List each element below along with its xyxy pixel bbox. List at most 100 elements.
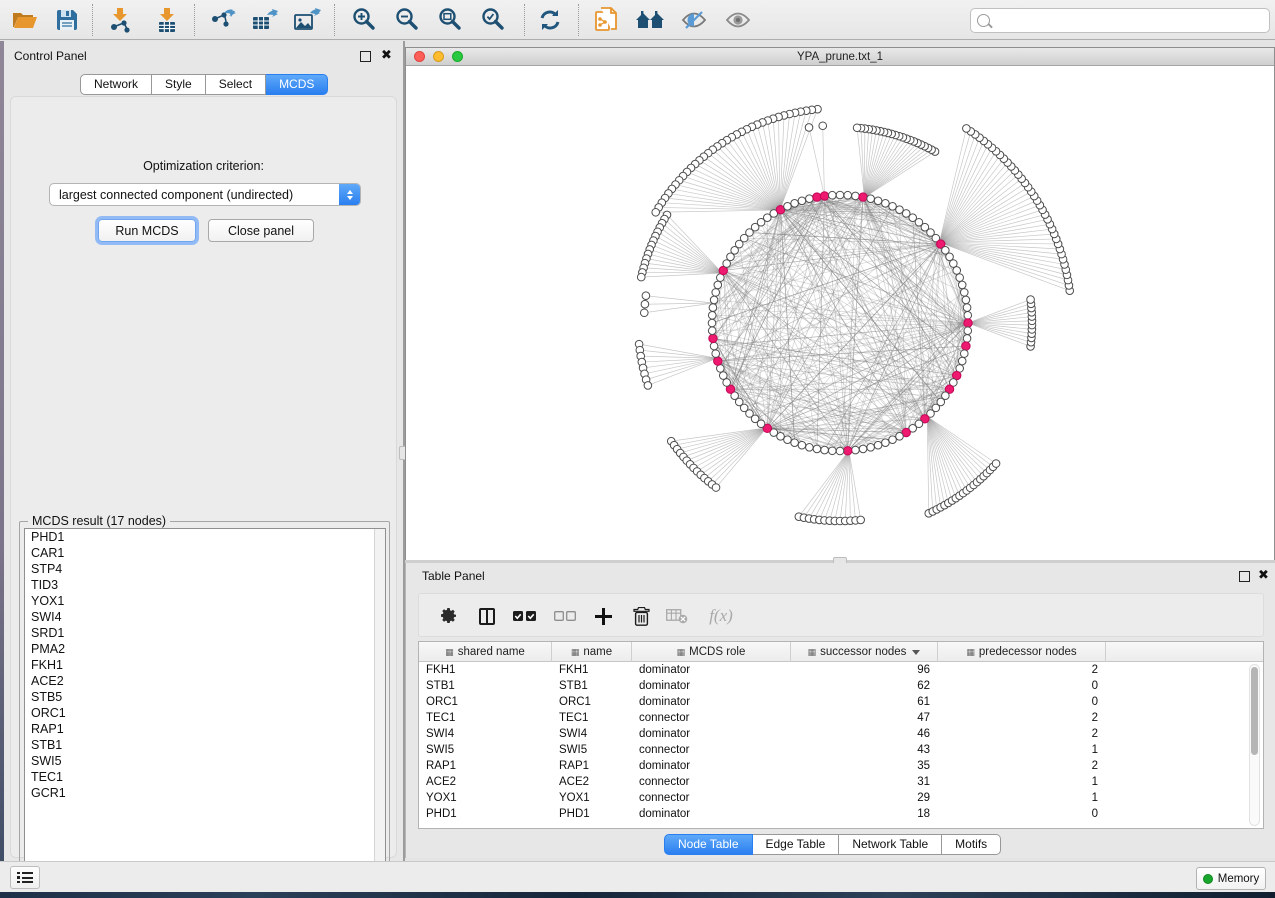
close-panel-button[interactable]: Close panel <box>208 219 314 242</box>
ring-node[interactable] <box>956 274 964 282</box>
table-scrollbar[interactable] <box>1249 664 1260 826</box>
leaf-node[interactable] <box>819 122 827 130</box>
import-table-icon[interactable] <box>150 4 184 36</box>
leaf-node[interactable] <box>652 208 660 216</box>
cell-shared-name[interactable]: ORC1 <box>419 694 552 710</box>
ring-node[interactable] <box>958 281 966 289</box>
ring-node[interactable] <box>836 447 844 455</box>
cell-name[interactable]: SWI5 <box>552 742 632 758</box>
leaf-node[interactable] <box>640 309 648 317</box>
leaf-node[interactable] <box>1027 296 1035 304</box>
ring-node[interactable] <box>723 379 731 387</box>
table-row[interactable]: ACE2ACE2connector311 <box>419 774 1263 790</box>
cell-shared-name[interactable]: ACE2 <box>419 774 552 790</box>
ring-node[interactable] <box>714 281 722 289</box>
mcds-result-item[interactable]: SRD1 <box>25 625 385 641</box>
cell-predecessor-nodes[interactable]: 2 <box>938 758 1106 774</box>
cell-mcds-role[interactable]: connector <box>632 774 791 790</box>
cell-shared-name[interactable]: RAP1 <box>419 758 552 774</box>
ring-node[interactable] <box>867 443 875 451</box>
mcds-hub-node[interactable] <box>820 192 828 200</box>
apply-layout-refresh-icon[interactable] <box>533 4 567 36</box>
select-all-checkboxes-icon[interactable] <box>509 600 541 632</box>
cell-predecessor-nodes[interactable]: 2 <box>938 710 1106 726</box>
optimization-criterion-select[interactable]: largest connected component (undirected) <box>49 183 361 206</box>
cell-shared-name[interactable]: SWI4 <box>419 726 552 742</box>
ring-node[interactable] <box>896 433 904 441</box>
mcds-result-item[interactable]: TID3 <box>25 577 385 593</box>
table-row[interactable]: SWI5SWI5connector431 <box>419 742 1263 758</box>
cell-name[interactable]: YOX1 <box>552 790 632 806</box>
tab-select[interactable]: Select <box>206 74 266 95</box>
ring-node[interactable] <box>963 304 971 312</box>
mcds-result-item[interactable]: TEC1 <box>25 769 385 785</box>
ring-node[interactable] <box>709 304 717 312</box>
cell-mcds-role[interactable]: dominator <box>632 662 791 678</box>
cell-successor-nodes[interactable]: 96 <box>791 662 938 678</box>
cell-successor-nodes[interactable]: 18 <box>791 806 938 822</box>
search-input[interactable] <box>994 11 1269 31</box>
table-row[interactable]: SWI4SWI4dominator462 <box>419 726 1263 742</box>
network-window-titlebar[interactable]: YPA_prune.txt_1 <box>406 48 1274 66</box>
ring-node[interactable] <box>708 327 716 335</box>
cell-name[interactable]: FKH1 <box>552 662 632 678</box>
cell-successor-nodes[interactable]: 43 <box>791 742 938 758</box>
cell-shared-name[interactable]: PHD1 <box>419 806 552 822</box>
function-builder-icon[interactable]: f(x) <box>701 600 741 632</box>
column-header-name[interactable]: ▦name <box>552 642 632 662</box>
cell-name[interactable]: ACE2 <box>552 774 632 790</box>
cell-shared-name[interactable]: TEC1 <box>419 710 552 726</box>
cell-successor-nodes[interactable]: 47 <box>791 710 938 726</box>
table-row[interactable]: RAP1RAP1dominator352 <box>419 758 1263 774</box>
delete-column-trash-icon[interactable] <box>625 600 657 632</box>
mcds-result-item[interactable]: PMA2 <box>25 641 385 657</box>
network-canvas[interactable] <box>406 66 1274 560</box>
cell-mcds-role[interactable]: dominator <box>632 758 791 774</box>
cell-name[interactable]: ORC1 <box>552 694 632 710</box>
cell-mcds-role[interactable]: dominator <box>632 678 791 694</box>
ring-node[interactable] <box>708 319 716 327</box>
ring-node[interactable] <box>867 195 875 203</box>
mcds-hub-node[interactable] <box>844 447 852 455</box>
table-row[interactable]: PHD1PHD1dominator180 <box>419 806 1263 822</box>
ring-node[interactable] <box>806 443 814 451</box>
table-tab-network-table[interactable]: Network Table <box>839 834 942 855</box>
ring-node[interactable] <box>712 350 720 358</box>
delete-table-icon[interactable] <box>661 600 693 632</box>
ring-node[interactable] <box>784 202 792 210</box>
ring-node[interactable] <box>874 197 882 205</box>
cell-shared-name[interactable]: SWI5 <box>419 742 552 758</box>
ring-node[interactable] <box>719 372 727 380</box>
ring-node[interactable] <box>962 296 970 304</box>
cell-mcds-role[interactable]: connector <box>632 710 791 726</box>
table-row[interactable]: STB1STB1dominator620 <box>419 678 1263 694</box>
mcds-result-item[interactable]: SWI5 <box>25 753 385 769</box>
leaf-node[interactable] <box>712 484 720 492</box>
mcds-hub-node[interactable] <box>962 342 970 350</box>
leaf-node[interactable] <box>637 273 645 281</box>
mcds-result-item[interactable]: FKH1 <box>25 657 385 673</box>
ring-node[interactable] <box>859 445 867 453</box>
leaf-node[interactable] <box>805 124 813 132</box>
float-panel-icon[interactable] <box>360 51 371 62</box>
deselect-all-checkboxes-icon[interactable] <box>549 600 581 632</box>
leaf-node[interactable] <box>963 125 971 133</box>
mcds-result-item[interactable]: CAR1 <box>25 545 385 561</box>
ring-node[interactable] <box>874 441 882 449</box>
mcds-hub-node[interactable] <box>859 193 867 201</box>
cell-name[interactable]: PHD1 <box>552 806 632 822</box>
ring-node[interactable] <box>964 311 972 319</box>
column-visibility-icon[interactable] <box>471 600 503 632</box>
export-image-icon[interactable] <box>290 4 324 36</box>
cell-successor-nodes[interactable]: 35 <box>791 758 938 774</box>
column-header-predecessor-nodes[interactable]: ▦predecessor nodes <box>938 642 1106 662</box>
zoom-selected-icon[interactable] <box>477 4 511 36</box>
tab-mcds[interactable]: MCDS <box>266 74 328 95</box>
ring-node[interactable] <box>710 342 718 350</box>
column-header-MCDS-role[interactable]: ▦MCDS role <box>632 642 791 662</box>
ring-node[interactable] <box>821 446 829 454</box>
mcds-hub-node[interactable] <box>714 357 722 365</box>
ring-node[interactable] <box>889 436 897 444</box>
cell-predecessor-nodes[interactable]: 1 <box>938 742 1106 758</box>
ring-node[interactable] <box>828 447 836 455</box>
